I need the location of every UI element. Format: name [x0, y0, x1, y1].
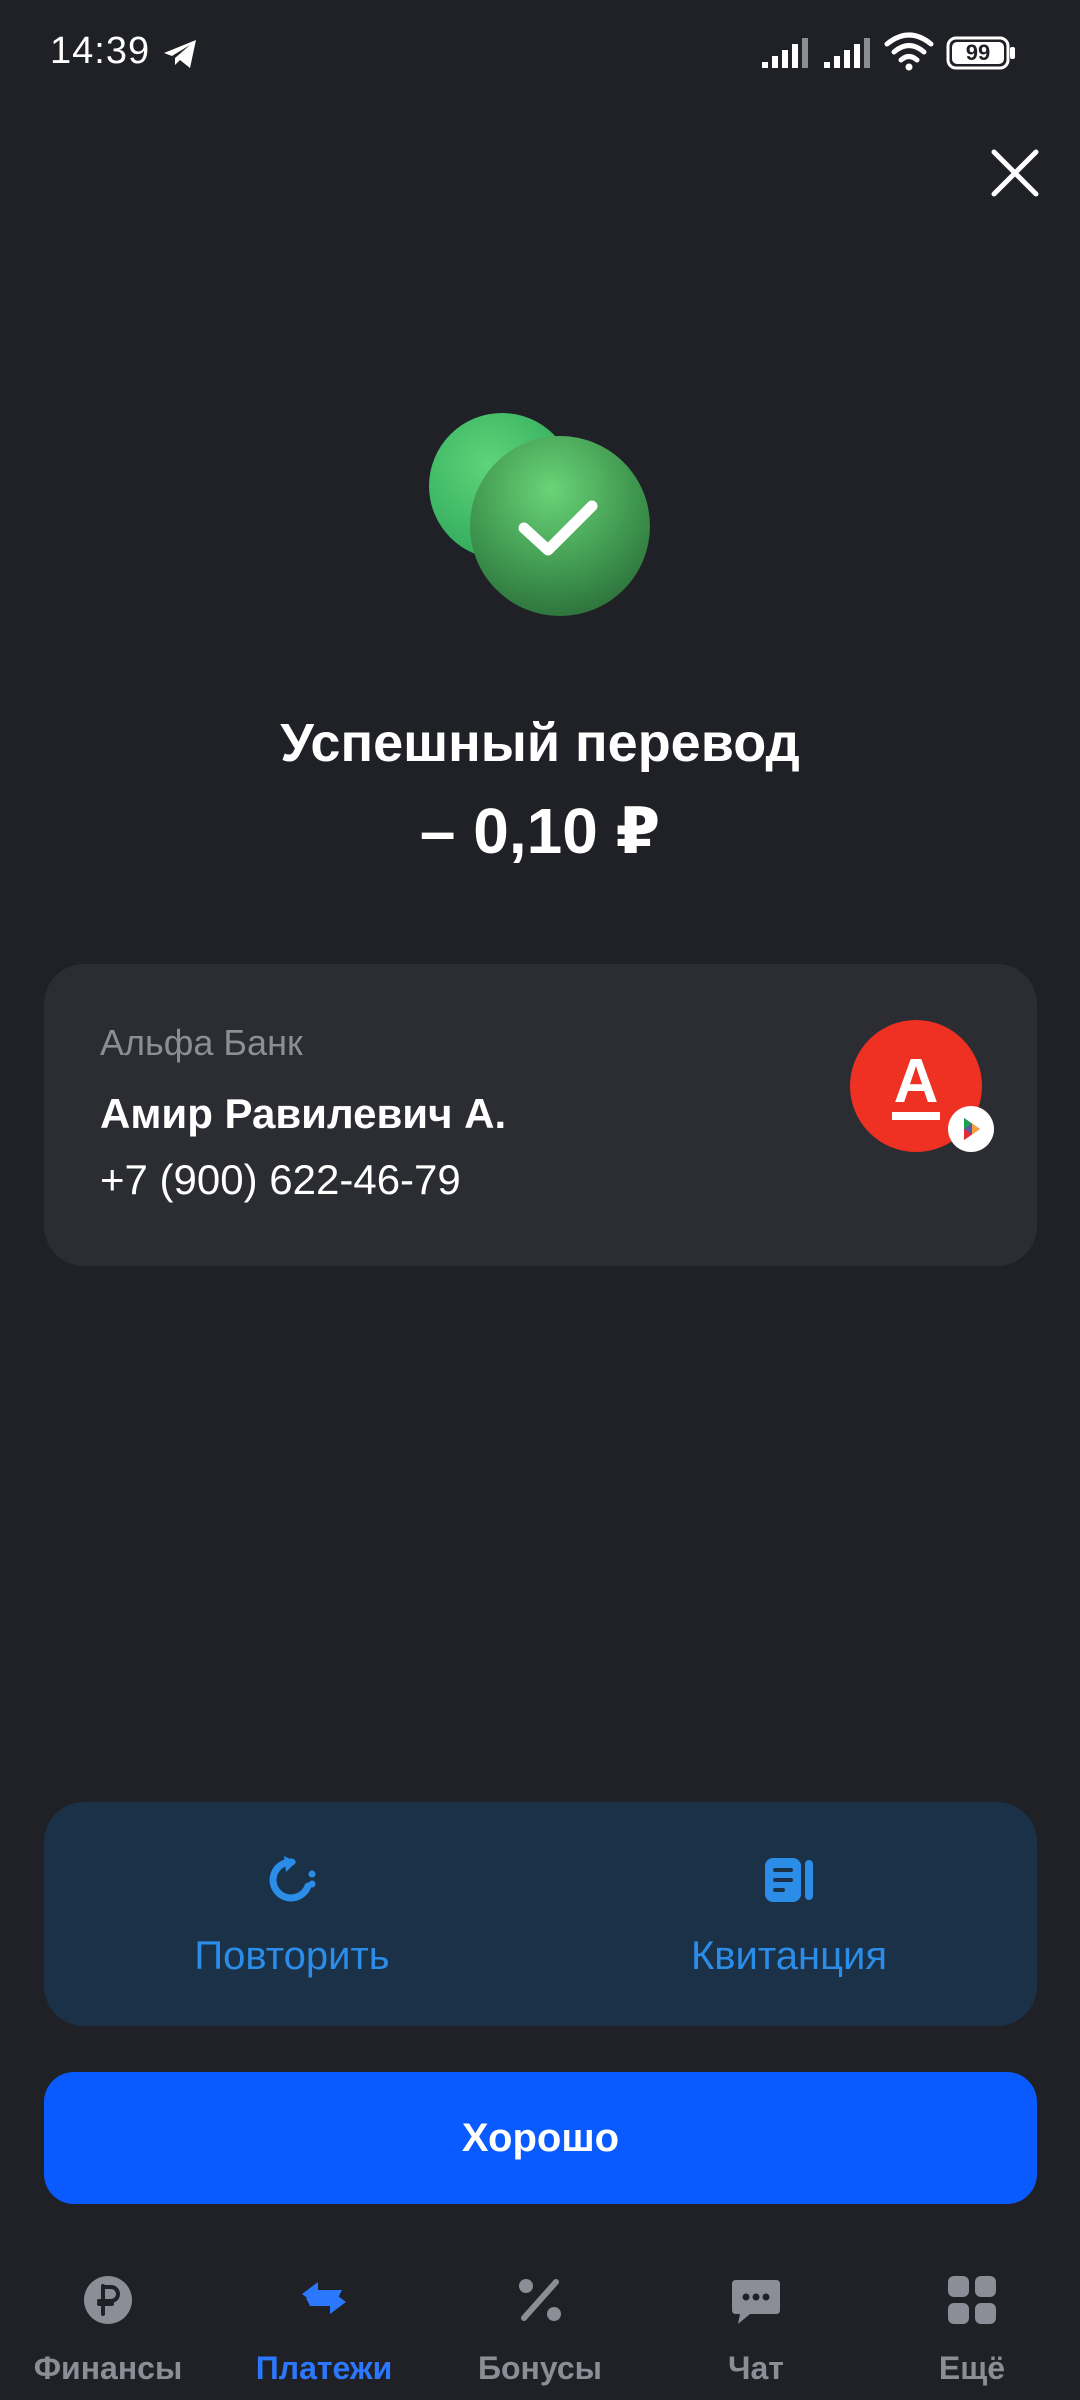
signal-icon — [824, 38, 870, 68]
bank-name: Альфа Банк — [100, 1022, 303, 1063]
status-bar: 14:39 99 — [0, 0, 1080, 110]
receipt-icon — [765, 1858, 813, 1902]
sbp-icon — [948, 1106, 994, 1152]
page-title: Успешный перевод — [280, 713, 800, 773]
telegram-icon — [164, 40, 196, 68]
close-icon — [991, 149, 1039, 197]
grid-icon — [948, 2276, 996, 2324]
nav-item-finance[interactable]: Финансы — [0, 2230, 216, 2400]
ok-button[interactable]: Хорошо — [44, 2072, 1037, 2204]
repeat-icon — [269, 1856, 316, 1902]
nav-item-payments[interactable]: Платежи — [216, 2230, 432, 2400]
recipient-card: Альфа Банк Амир Равилевич А. +7 (900) 62… — [44, 964, 1037, 1266]
nav-label-more: Ещё — [938, 2350, 1006, 2386]
chat-icon — [732, 2280, 780, 2324]
nav-item-bonuses[interactable]: Бонусы — [432, 2230, 648, 2400]
nav-item-chat[interactable]: Чат — [648, 2230, 864, 2400]
signal-icon — [762, 38, 808, 68]
percent-icon — [519, 2279, 561, 2321]
transfer-amount: – 0,10 ₽ — [419, 795, 661, 867]
repeat-label: Повторить — [194, 1934, 390, 1978]
wifi-icon — [884, 32, 934, 71]
nav-item-more[interactable]: Ещё — [864, 2230, 1080, 2400]
ruble-icon — [84, 2276, 132, 2324]
repeat-button[interactable]: Повторить — [44, 1802, 540, 2026]
receipt-button[interactable]: Квитанция — [541, 1802, 1037, 2026]
success-check-icon — [429, 413, 650, 616]
nav-label-chat: Чат — [728, 2350, 784, 2386]
actions-panel: Повторить Квитанция — [44, 1802, 1037, 2026]
battery-level: 99 — [965, 40, 991, 65]
bank-logo-letter: А — [894, 1047, 939, 1116]
close-button[interactable] — [980, 138, 1050, 208]
nav-label-payments: Платежи — [255, 2350, 393, 2386]
receipt-label: Квитанция — [690, 1934, 887, 1978]
nav-label-bonuses: Бонусы — [478, 2350, 602, 2386]
recipient-phone: +7 (900) 622-46-79 — [100, 1156, 461, 1203]
ok-button-label: Хорошо — [461, 2115, 620, 2160]
bottom-nav: Финансы Платежи Бонусы Чат Ещё — [0, 2230, 1080, 2400]
status-time: 14:39 — [50, 30, 151, 72]
transfer-icon — [302, 2282, 346, 2314]
nav-label-finance: Финансы — [33, 2350, 183, 2386]
recipient-name: Амир Равилевич А. — [100, 1090, 507, 1137]
